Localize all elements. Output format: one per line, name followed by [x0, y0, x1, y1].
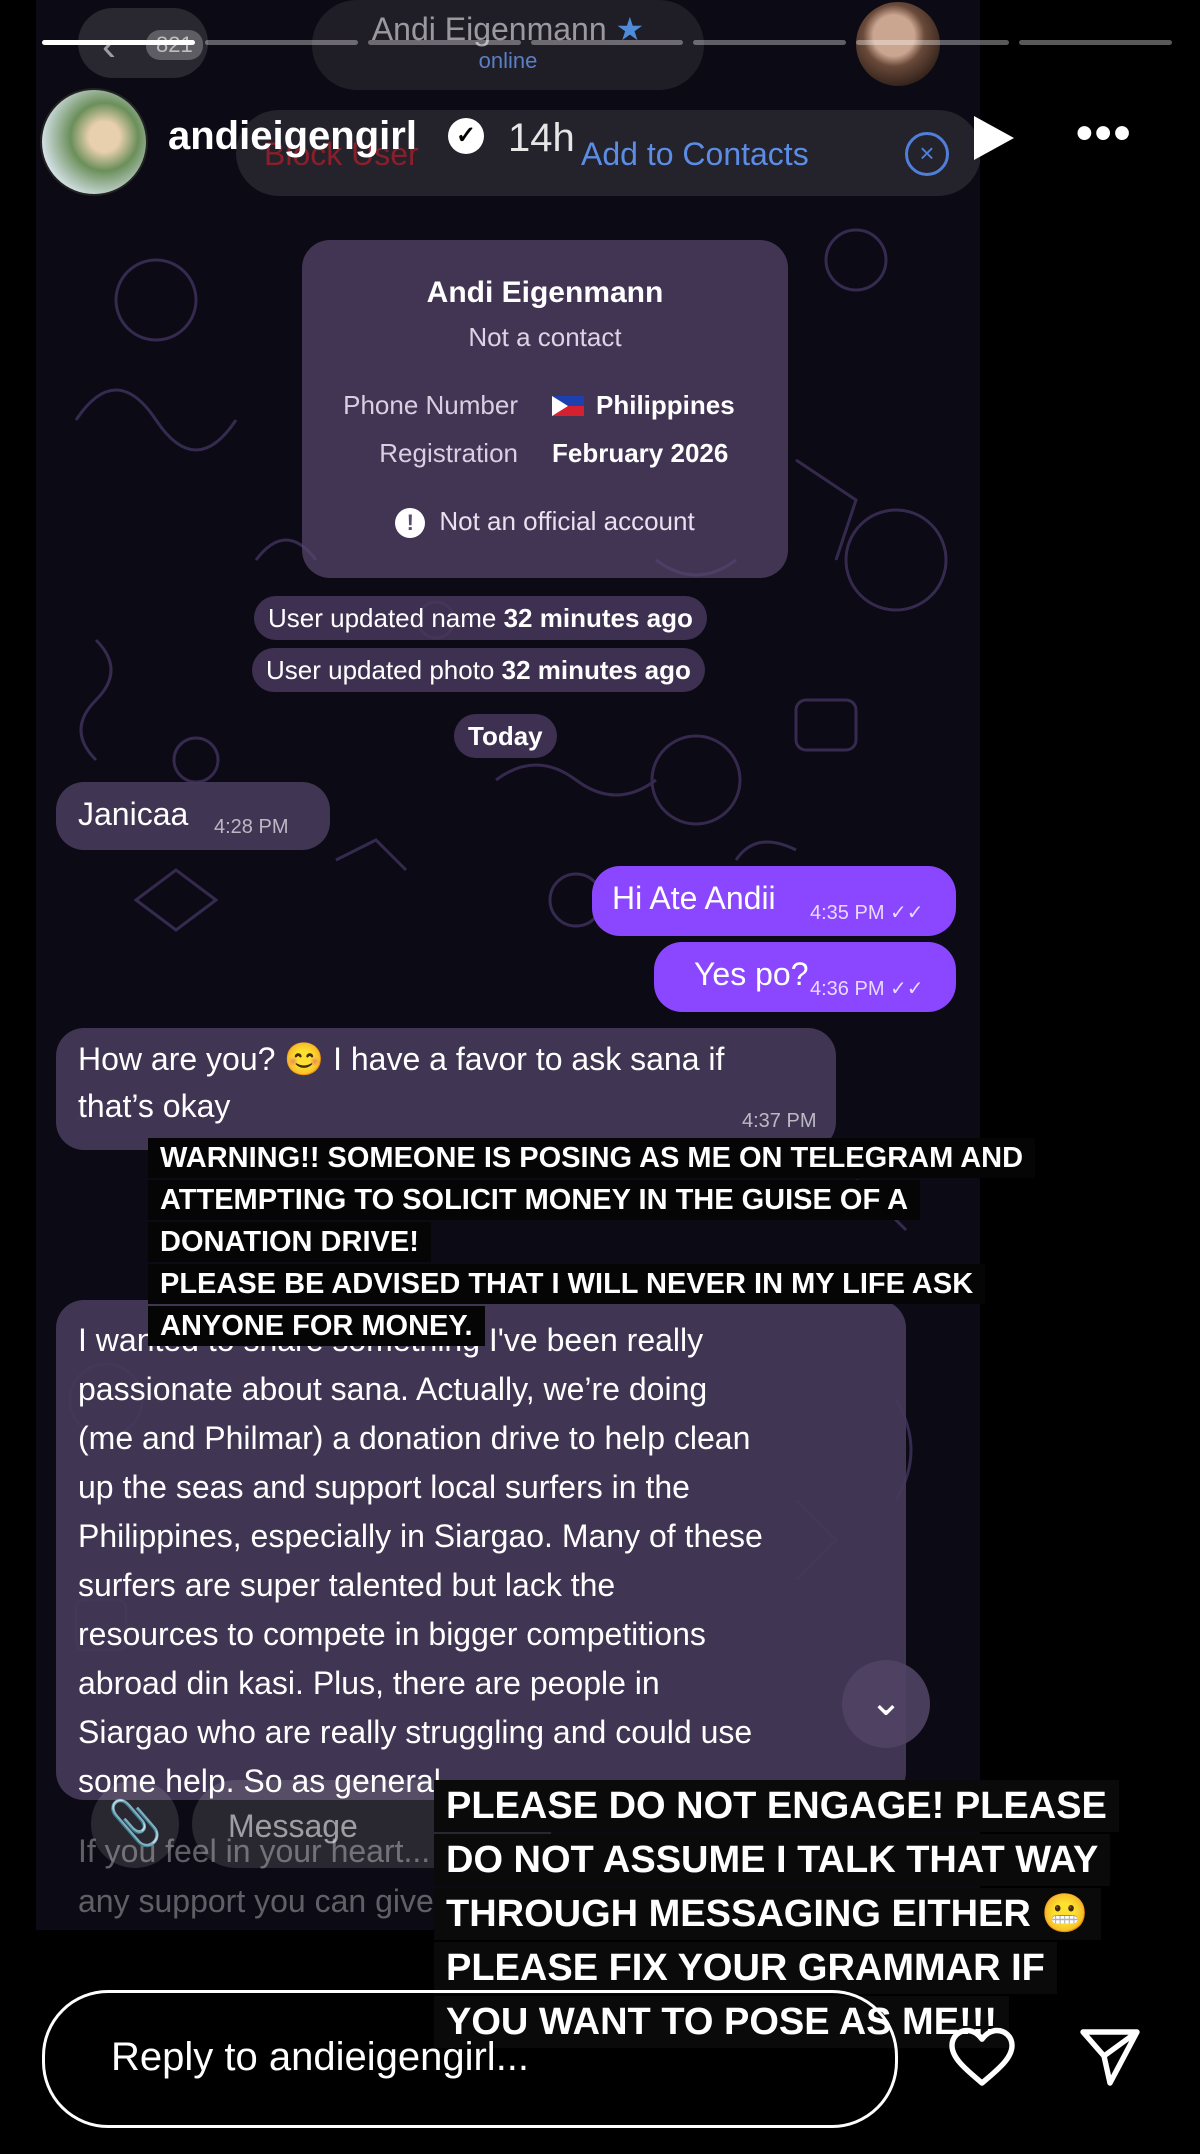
- date-separator: Today: [454, 714, 557, 758]
- warning-text-sticker: WARNING!! SOMEONE IS POSING AS ME ON TEL…: [148, 1138, 1036, 1348]
- verified-badge-icon: ✓: [448, 118, 484, 154]
- message-time: 4:36 PM: [810, 978, 885, 1000]
- system-message-name: User updated name 32 minutes ago: [254, 596, 707, 640]
- message-bubble-incoming-long[interactable]: I wanted to share something I've been re…: [56, 1300, 906, 1800]
- unread-count: 821: [146, 30, 203, 60]
- progress-segment: [367, 40, 521, 45]
- message-placeholder: Message: [228, 1808, 358, 1844]
- reply-placeholder: Reply to andieigengirl...: [111, 2035, 530, 2079]
- message-time: 4:37 PM: [742, 1110, 817, 1132]
- registration-label: Registration: [379, 438, 518, 468]
- progress-segment: [42, 40, 195, 45]
- registration-value: February 2026: [552, 438, 729, 468]
- chevron-down-icon: ⌄: [869, 1680, 903, 1724]
- story-time: 14h: [508, 116, 575, 160]
- message-time: 4:28 PM: [214, 816, 289, 838]
- chevron-left-icon: ‹: [102, 22, 116, 69]
- message-time: 4:35 PM: [810, 902, 885, 924]
- phone-value: Philippines: [596, 390, 735, 420]
- progress-segment: [1019, 40, 1173, 45]
- online-status: online: [478, 48, 538, 73]
- story-header: andieigengirl ✓ 14h •••: [0, 84, 1200, 196]
- message-text-line: How are you? 😊 I have a favor to ask san…: [78, 1041, 725, 1077]
- chat-title[interactable]: Andi Eigenmann ★ online: [312, 0, 704, 90]
- heart-icon[interactable]: [946, 2020, 1018, 2092]
- card-subtitle: Not a contact: [468, 322, 622, 352]
- send-icon[interactable]: [1074, 2020, 1146, 2092]
- reply-input[interactable]: Reply to andieigengirl...: [42, 1990, 898, 2128]
- telegram-header: ‹ 821 Andi Eigenmann ★ online: [36, 0, 980, 90]
- warning-text: Not an official account: [439, 506, 695, 536]
- story-username[interactable]: andieigengirl: [168, 114, 417, 159]
- more-options-icon[interactable]: •••: [1076, 106, 1132, 161]
- message-text-line: that’s okay: [78, 1088, 231, 1124]
- contact-info-card: Andi Eigenmann Not a contact Phone Numbe…: [302, 240, 788, 578]
- story-progress: [42, 40, 1173, 45]
- message-bubble-incoming[interactable]: How are you? 😊 I have a favor to ask san…: [56, 1028, 836, 1150]
- scroll-down-button[interactable]: ⌄: [842, 1660, 930, 1748]
- message-bubble-outgoing[interactable]: Yes po? 4:36 PM ✓✓: [654, 942, 956, 1012]
- phone-label: Phone Number: [343, 390, 518, 420]
- telegram-screenshot: ‹ 821 Andi Eigenmann ★ online Block User…: [36, 0, 980, 1930]
- message-text: Yes po?: [694, 956, 809, 992]
- paperclip-icon: 📎: [107, 1799, 163, 1848]
- story-avatar[interactable]: [40, 88, 148, 196]
- attach-button[interactable]: 📎: [91, 1780, 179, 1868]
- progress-segment: [693, 40, 847, 45]
- progress-segment: [856, 40, 1010, 45]
- unofficial-warning: ! Not an official account: [302, 506, 788, 538]
- card-name: Andi Eigenmann: [426, 276, 664, 309]
- message-text: Hi Ate Andii: [612, 880, 776, 916]
- system-message-photo: User updated photo 32 minutes ago: [252, 648, 705, 692]
- progress-segment: [530, 40, 684, 45]
- long-message-text: I wanted to share something I've been re…: [78, 1322, 763, 1799]
- message-text: Janicaa: [78, 796, 189, 832]
- philippines-flag-icon: [552, 396, 584, 416]
- progress-segment: [204, 40, 358, 45]
- message-bubble-incoming[interactable]: Janicaa 4:28 PM: [56, 782, 330, 850]
- double-check-icon: ✓✓: [890, 902, 924, 924]
- play-icon[interactable]: [974, 116, 1014, 160]
- double-check-icon: ✓✓: [890, 978, 924, 1000]
- exclamation-icon: !: [395, 508, 426, 538]
- message-bubble-outgoing[interactable]: Hi Ate Andii 4:35 PM ✓✓: [592, 866, 956, 936]
